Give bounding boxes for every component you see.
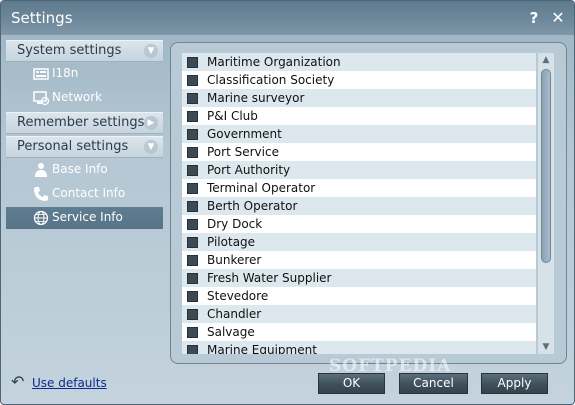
service-label: Pilotage	[207, 235, 256, 249]
service-list-item[interactable]: Stevedore	[182, 287, 536, 305]
service-label: Port Authority	[207, 163, 291, 177]
service-label: Stevedore	[207, 289, 269, 303]
service-label: Bunkerer	[207, 253, 262, 267]
sidebar-item-base-info[interactable]: Base Info	[6, 159, 163, 181]
service-checkbox[interactable]	[187, 165, 198, 176]
sidebar-item-network[interactable]: Network	[6, 87, 163, 109]
service-checkbox[interactable]	[187, 201, 198, 212]
sidebar-item-service-info[interactable]: Service Info	[6, 207, 163, 229]
service-label: Maritime Organization	[207, 55, 341, 69]
service-list-item[interactable]: Classification Society	[182, 71, 536, 89]
network-icon	[33, 91, 49, 106]
cancel-button[interactable]: Cancel	[399, 373, 468, 394]
chevron-down-icon: ▼	[144, 44, 158, 58]
service-checkbox[interactable]	[187, 273, 198, 284]
service-list-item[interactable]: P&I Club	[182, 107, 536, 125]
service-label: Fresh Water Supplier	[207, 271, 332, 285]
base-info-icon	[35, 163, 47, 177]
service-label: Berth Operator	[207, 199, 298, 213]
service-label: Port Service	[207, 145, 279, 159]
service-list-item[interactable]: Marine Equipment	[182, 341, 536, 354]
service-list-item[interactable]: Port Authority	[182, 161, 536, 179]
service-checkbox[interactable]	[187, 129, 198, 140]
sidebar-item-label: Service Info	[52, 210, 123, 224]
service-list-item[interactable]: Berth Operator	[182, 197, 536, 215]
scroll-down-icon[interactable]: ▼	[538, 340, 554, 354]
group-label: Remember settings	[17, 115, 145, 130]
service-list: Maritime Organization Classification Soci…	[182, 53, 536, 354]
service-list-item[interactable]: Marine surveyor	[182, 89, 536, 107]
service-checkbox[interactable]	[187, 183, 198, 194]
service-label: Salvage	[207, 325, 255, 339]
service-list-item[interactable]: Dry Dock	[182, 215, 536, 233]
globe-icon	[33, 210, 49, 226]
apply-button[interactable]: Apply	[481, 373, 548, 394]
help-button[interactable]: ?	[524, 8, 544, 28]
service-list-item[interactable]: Salvage	[182, 323, 536, 341]
title-bar: Settings ? ✕	[1, 1, 574, 35]
service-list-item[interactable]: Government	[182, 125, 536, 143]
ok-button[interactable]: OK	[318, 373, 385, 394]
i18n-icon	[33, 68, 49, 80]
service-checkbox[interactable]	[187, 345, 198, 354]
service-list-item[interactable]: Maritime Organization	[182, 53, 536, 71]
group-personal-settings[interactable]: Personal settings ▼	[6, 136, 163, 158]
service-list-item[interactable]: Fresh Water Supplier	[182, 269, 536, 287]
sidebar-item-label: Contact Info	[52, 186, 126, 200]
sidebar-item-label: Network	[52, 90, 103, 104]
window-title: Settings	[11, 9, 73, 27]
service-checkbox[interactable]	[187, 75, 198, 86]
service-label: Chandler	[207, 307, 262, 321]
service-checkbox[interactable]	[187, 291, 198, 302]
service-checkbox[interactable]	[187, 327, 198, 338]
service-checkbox[interactable]	[187, 219, 198, 230]
service-checkbox[interactable]	[187, 57, 198, 68]
service-list-item[interactable]: Chandler	[182, 305, 536, 323]
close-button[interactable]: ✕	[548, 8, 568, 28]
settings-sidebar: System settings ▼ I18n Network Remember …	[6, 40, 163, 370]
chevron-right-icon: ▶	[144, 116, 158, 130]
service-list-item[interactable]: Terminal Operator	[182, 179, 536, 197]
service-label: Marine Equipment	[207, 343, 317, 354]
service-checkbox[interactable]	[187, 93, 198, 104]
scroll-up-icon[interactable]: ▲	[538, 53, 554, 67]
service-checkbox[interactable]	[187, 147, 198, 158]
group-system-settings[interactable]: System settings ▼	[6, 40, 163, 62]
service-checkbox[interactable]	[187, 309, 198, 320]
group-remember-settings[interactable]: Remember settings ▶	[6, 112, 163, 134]
use-defaults-link[interactable]: Use defaults	[32, 376, 107, 390]
service-label: Terminal Operator	[207, 181, 316, 195]
group-label: System settings	[17, 43, 122, 58]
group-label: Personal settings	[17, 139, 129, 154]
sidebar-item-i18n[interactable]: I18n	[6, 63, 163, 85]
service-label: Marine surveyor	[207, 91, 305, 105]
chevron-down-icon: ▼	[144, 140, 158, 154]
service-list-item[interactable]: Port Service	[182, 143, 536, 161]
undo-arrow-icon[interactable]: ↶	[11, 374, 29, 390]
settings-window: Settings ? ✕ System settings ▼ I18n Netw…	[0, 0, 575, 405]
phone-icon	[34, 187, 48, 201]
service-label: Classification Society	[207, 73, 335, 87]
vertical-scrollbar[interactable]: ▲ ▼	[538, 53, 554, 354]
service-list-item[interactable]: Bunkerer	[182, 251, 536, 269]
sidebar-item-contact-info[interactable]: Contact Info	[6, 183, 163, 205]
service-checkbox[interactable]	[187, 255, 198, 266]
service-label: Government	[207, 127, 282, 141]
sidebar-item-label: Base Info	[52, 162, 108, 176]
service-label: Dry Dock	[207, 217, 263, 231]
service-checkbox[interactable]	[187, 237, 198, 248]
sidebar-item-label: I18n	[52, 66, 79, 80]
service-checkbox[interactable]	[187, 111, 198, 122]
service-label: P&I Club	[207, 109, 258, 123]
service-list-item[interactable]: Pilotage	[182, 233, 536, 251]
scroll-thumb[interactable]	[541, 69, 551, 263]
